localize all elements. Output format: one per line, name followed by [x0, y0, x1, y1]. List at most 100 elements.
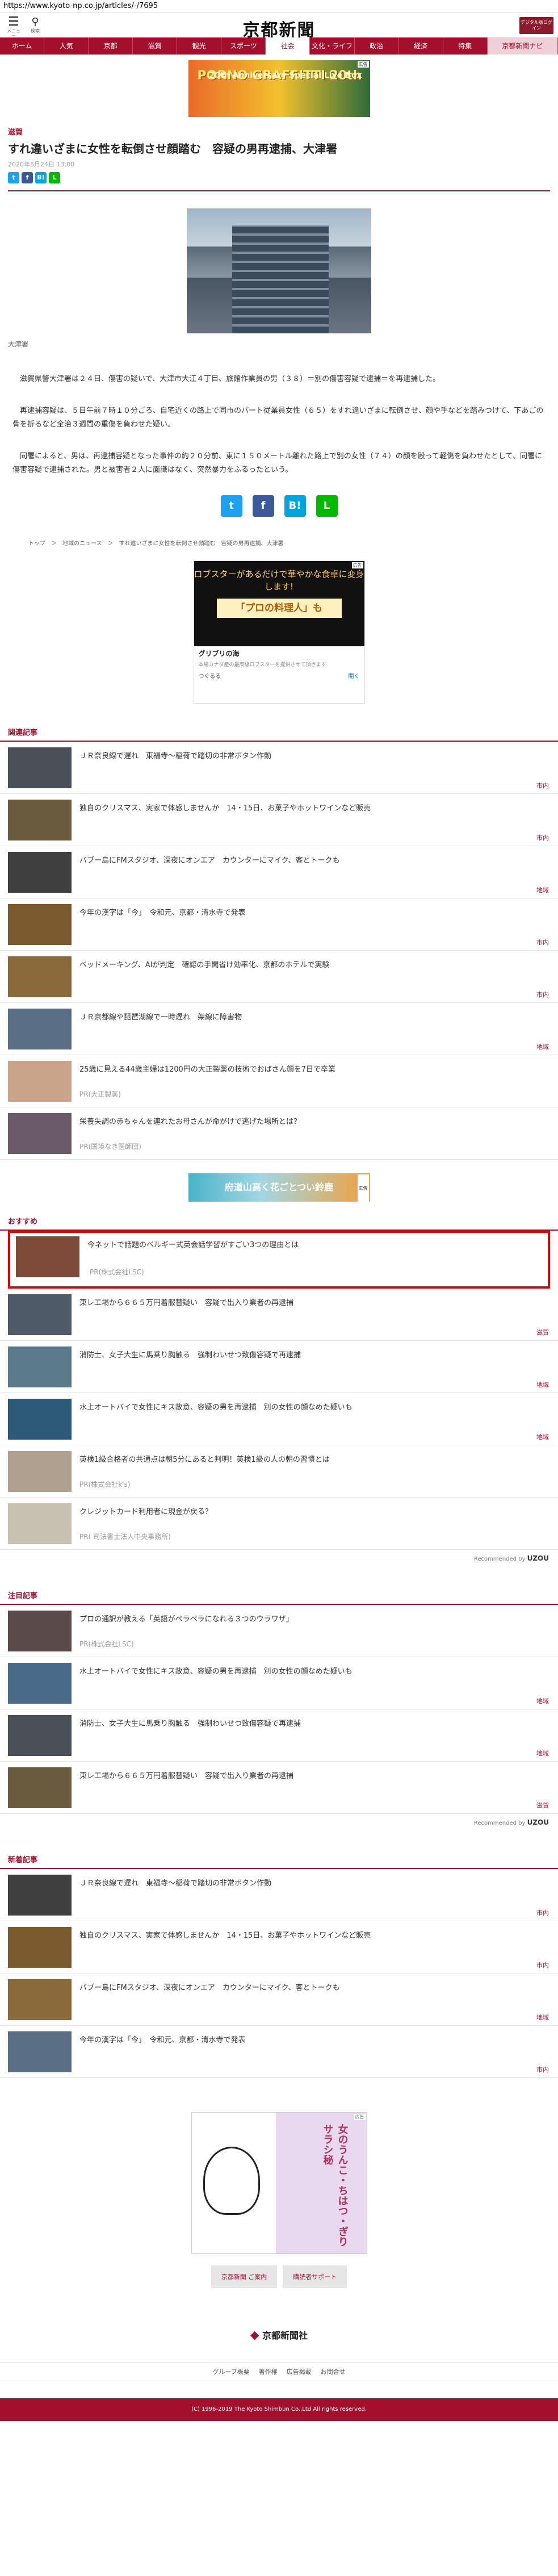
uzou-logo[interactable]: UZOU — [527, 1818, 549, 1826]
area-tag[interactable]: 市内 — [536, 2065, 549, 2074]
area-tag[interactable]: 地域 — [536, 1380, 549, 1389]
powered-label: Recommended by — [473, 1820, 526, 1826]
area-tag[interactable]: 市内 — [536, 781, 549, 790]
item-title: ベッドメーキング、AIが判定 確認の手間省け効率化、京都のホテルで実験 — [79, 961, 330, 969]
facebook-share-icon[interactable]: f — [252, 495, 274, 517]
site-logo[interactable]: 京都新聞 — [0, 16, 558, 41]
notable-list: プロの通訳が教える「英語がペラペラになれる３つのウラワザ」 PR(株式会社LSC)… — [0, 1605, 558, 1814]
pr-label: PR(株式会社k's) — [79, 1481, 131, 1488]
hatena-share-icon[interactable]: B! — [284, 495, 306, 517]
url-bar[interactable]: https://www.kyoto-np.co.jp/articles/-/76… — [0, 0, 558, 12]
article-thumbnail — [8, 1294, 72, 1335]
list-item[interactable]: 消防士、女子大生に馬乗り胸触る 強制わいせつ致傷容疑で再逮捕 地域 — [0, 1709, 558, 1762]
footer-logo[interactable]: ◆ 京都新聞社 — [0, 2328, 558, 2341]
hatena-share-icon[interactable]: B! — [35, 172, 47, 183]
ad-text: 府道山高く花ごとつい鈴鹿 — [224, 1182, 334, 1193]
manga-ad[interactable]: 広告 女のうんこ・ちはつ・ぎりサラシ秘 — [191, 2112, 367, 2254]
list-item[interactable]: 今ネットで話題のベルギー式英会話学習がすごい3つの理由とは PR(株式会社LSC) — [8, 1231, 550, 1289]
area-tag[interactable]: 市内 — [536, 1908, 549, 1917]
list-item[interactable]: ベッドメーキング、AIが判定 確認の手間省け効率化、京都のホテルで実験市内 — [0, 951, 558, 1003]
manga-ad-text: 女のうんこ・ちはつ・ぎりサラシ秘 — [321, 2124, 349, 2247]
list-item[interactable]: 東レ工場から６６５万円着服替疑い 容疑で出入り業者の再逮捕滋賀 — [0, 1289, 558, 1341]
article-thumbnail — [8, 1503, 72, 1544]
list-item[interactable]: ＪＲ京都線や琵琶湖線で一時遅れ 架線に障害物 地域 — [0, 1003, 558, 1055]
area-tag[interactable]: 地域 — [536, 1432, 549, 1441]
digital-login-button[interactable]: デジタル版ログイン — [519, 17, 553, 34]
area-tag[interactable]: 市内 — [536, 990, 549, 999]
article-thumbnail — [8, 1663, 72, 1704]
item-title: 消防士、女子大生に馬乗り胸触る 強制わいせつ致傷容疑で再逮捕 — [79, 1351, 301, 1360]
area-tag[interactable]: 地域 — [536, 885, 549, 894]
list-item[interactable]: 独自のクリスマス、実家で体感しませんか 14・15日、お菓子やホットワインなど販… — [0, 794, 558, 846]
list-item[interactable]: ＪＲ奈良線で遅れ 東福寺〜稲荷で踏切の非常ボタン作動 市内 — [0, 742, 558, 794]
uzou-logo[interactable]: UZOU — [527, 1554, 549, 1562]
list-item[interactable]: クレジットカード利用者に現金が戻る？ PR( 司法書士法人中央事務所) — [0, 1498, 558, 1550]
area-tag[interactable]: 地域 — [536, 1042, 549, 1051]
item-title: 今ネットで話題のベルギー式英会話学習がすごい3つの理由とは — [87, 1241, 299, 1249]
list-item[interactable]: 25歳に見える44歳主婦は1200円の大正製薬の技術でおばさん顔を7日で卒業 PR… — [0, 1055, 558, 1107]
area-tag[interactable]: 地域 — [536, 1749, 549, 1758]
ad-tag: 広告 — [354, 2114, 366, 2120]
list-item[interactable]: ＪＲ奈良線で遅れ 東福寺〜稲荷で踏切の非常ボタン作動市内 — [0, 1869, 558, 1921]
area-tag[interactable]: 市内 — [536, 938, 549, 947]
article-thumbnail — [8, 747, 72, 788]
list-item[interactable]: 水上オートバイで女性にキス故意、容疑の男を再逮捕 別の女性の顔なめた疑いも 地域 — [0, 1393, 558, 1445]
list-item[interactable]: 独自のクリスマス、実家で体感しませんか 14・15日、お菓子やホットワインなど販… — [0, 1921, 558, 1973]
item-title: プロの通訳が教える「英語がペラペラになれる３つのウラワザ」 — [79, 1615, 293, 1624]
guide-button[interactable]: 京都新聞 ご案内 — [211, 2265, 278, 2288]
support-button[interactable]: 購読者サポート — [283, 2265, 347, 2288]
breadcrumb[interactable]: トップ ＞ 地域のニュース ＞ すれ違いざまに女性を転倒させ顔踏む 容疑の男再逮… — [0, 534, 558, 551]
item-title: 独自のクリスマス、実家で体感しませんか 14・15日、お菓子やホットワインなど販… — [79, 804, 371, 813]
article-thumbnail — [8, 2031, 72, 2072]
mid-ad[interactable]: 広告 ロブスターがあるだけで華やかな食卓に変身します! 「プロの料理人」も グリブ… — [193, 561, 365, 704]
related-list: ＪＲ奈良線で遅れ 東福寺〜稲荷で踏切の非常ボタン作動 市内独自のクリスマス、実家で… — [0, 742, 558, 1160]
item-title: バブー島にFMスタジオ、深夜にオンエア カウンターにマイク、客とトークも — [79, 856, 340, 865]
twitter-share-icon[interactable]: t — [8, 172, 19, 183]
area-tag[interactable]: 市内 — [536, 1960, 549, 1969]
list-item[interactable]: プロの通訳が教える「英語がペラペラになれる３つのウラワザ」 PR(株式会社LSC) — [0, 1605, 558, 1657]
line-share-icon[interactable]: L — [49, 172, 60, 183]
list-item[interactable]: 英検1級合格者の共通点は朝5分にあると判明！英検1級の人の朝の習慣とは PR(株式… — [0, 1445, 558, 1498]
small-banner-ad[interactable]: 広告 府道山高く花ごとつい鈴鹿 — [188, 1173, 370, 1203]
list-item[interactable]: バブー島にFMスタジオ、深夜にオンエア カウンターにマイク、客とトークも地域 — [0, 846, 558, 898]
recommended-by: Recommended by UZOU — [0, 1814, 558, 1831]
ad-tag: 広告 — [351, 562, 363, 568]
pr-label: PR(大正製薬) — [79, 1090, 121, 1098]
item-title: ＪＲ奈良線で遅れ 東福寺〜稲荷で踏切の非常ボタン作動 — [79, 1879, 272, 1888]
article-body: 滋賀県警大津署は２４日、傷害の疑いで、大津市大江４丁目、旅館作業員の男（３８）＝… — [0, 373, 558, 477]
site-header: ☰ メニュー ⚲ 検索 京都新聞 デジタル版ログイン — [0, 12, 558, 40]
area-tag[interactable]: 地域 — [536, 1696, 549, 1705]
building-illustration — [232, 225, 329, 333]
footer-link[interactable]: グループ概要 — [212, 2367, 249, 2376]
facebook-share-icon[interactable]: f — [22, 172, 33, 183]
list-item[interactable]: 今年の漢字は「今」 令和元、京都・清水寺で発表 市内 — [0, 898, 558, 951]
article-category[interactable]: 滋賀 — [0, 126, 558, 137]
list-item[interactable]: 栄養失調の赤ちゃんを連れたお母さんが命がけで逃げた場所とは？ PR(国境なき医師団… — [0, 1107, 558, 1160]
list-item[interactable]: 東レ工場から６６５万円着服替疑い 容疑で出入り業者の再逮捕 滋賀 — [0, 1762, 558, 1814]
article-thumbnail — [8, 1767, 72, 1808]
list-item[interactable]: 今年の漢字は「今」 令和元、京都・清水寺で発表 市内 — [0, 2026, 558, 2078]
footer-link[interactable]: 著作権 — [259, 2367, 278, 2376]
area-tag[interactable]: 滋賀 — [536, 1801, 549, 1810]
twitter-share-icon[interactable]: t — [220, 495, 242, 517]
footer-link[interactable]: 広告掲載 — [287, 2367, 312, 2376]
top-banner-ad[interactable]: 広告 PORNO GRAFFITTI 20th 20th Anniversary… — [188, 60, 370, 117]
line-share-icon[interactable]: L — [316, 495, 338, 517]
pr-label: PR( 司法書士法人中央事務所) — [79, 1533, 171, 1541]
ad-brand: グリブリの海 — [198, 650, 240, 658]
list-item[interactable]: バブー島にFMスタジオ、深夜にオンエア カウンターにマイク、客とトークも 地域 — [0, 1973, 558, 2026]
area-tag[interactable]: 地域 — [536, 2013, 549, 2022]
ad-description: 本場カナダ産の最高級ロブスターを提供させて頂きます — [198, 662, 326, 668]
ad-open-link[interactable]: 開く — [349, 671, 360, 680]
list-item[interactable]: 水上オートバイで女性にキス故意、容疑の男を再逮捕 別の女性の顔なめた疑いも 地域 — [0, 1657, 558, 1709]
list-item[interactable]: 消防士、女子大生に馬乗り胸触る 強制わいせつ致傷容疑で再逮捕地域 — [0, 1341, 558, 1393]
area-tag[interactable]: 滋賀 — [536, 1328, 549, 1337]
item-title: 栄養失調の赤ちゃんを連れたお母さんが命がけで逃げた場所とは？ — [79, 1118, 301, 1126]
article-thumbnail — [8, 956, 72, 997]
article-thumbnail — [8, 1875, 72, 1916]
share-bar-top: t f B! L — [8, 171, 550, 191]
item-title: 25歳に見える44歳主婦は1200円の大正製薬の技術でおばさん顔を7日で卒業 — [79, 1065, 336, 1074]
item-title: 東レ工場から６６５万円着服替疑い 容疑で出入り業者の再逮捕 — [79, 1299, 294, 1307]
footer-link[interactable]: お問合せ — [321, 2367, 346, 2376]
area-tag[interactable]: 市内 — [536, 833, 549, 842]
